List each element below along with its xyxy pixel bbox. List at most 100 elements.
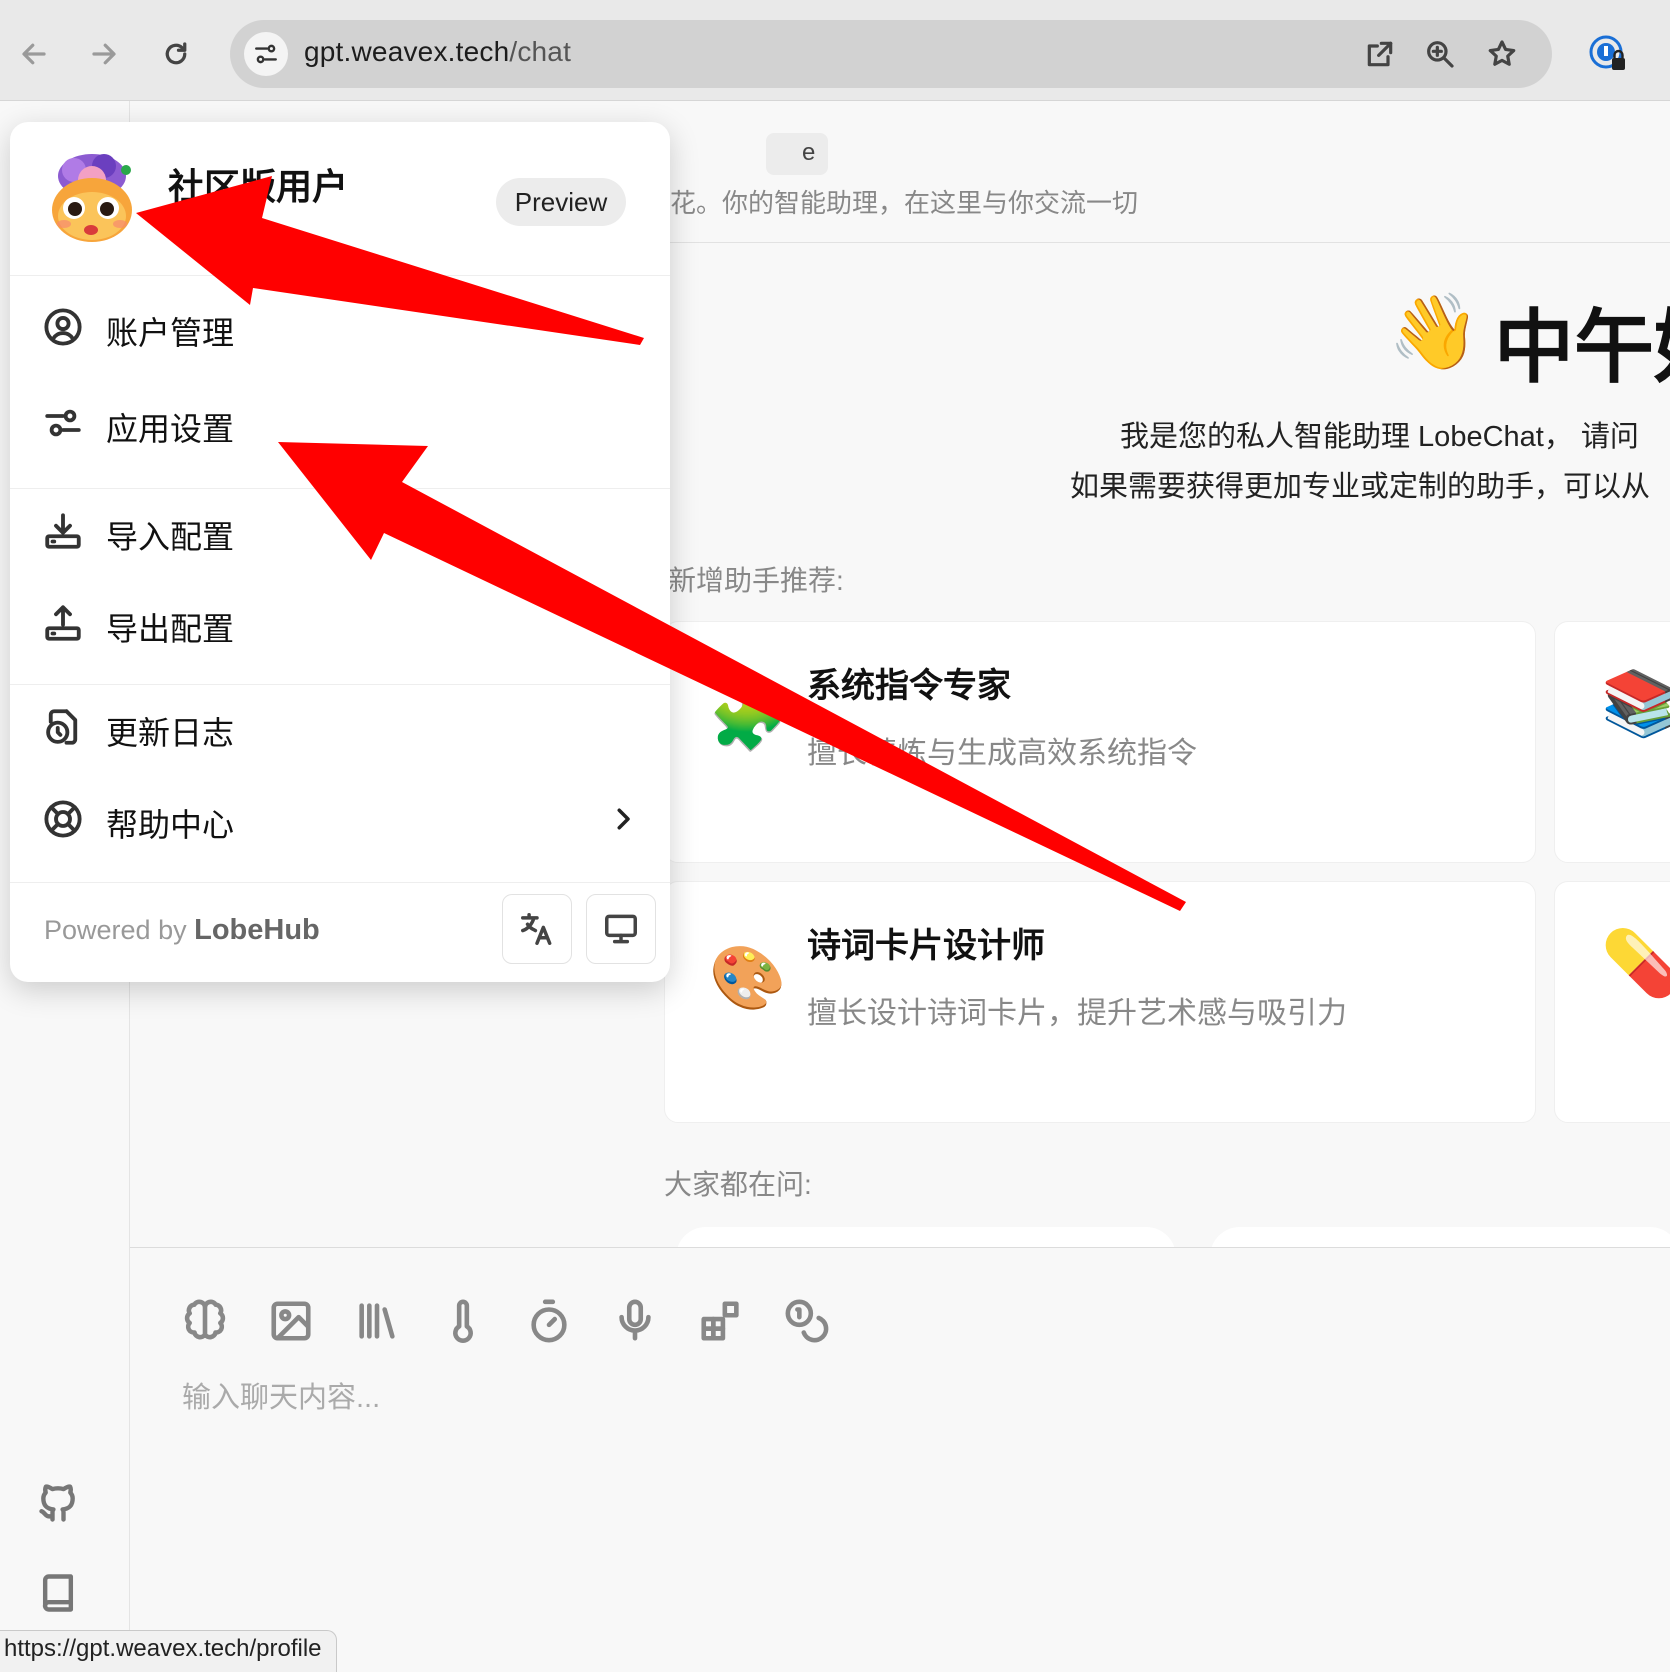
upload-image-button[interactable] [268,1298,314,1344]
menu-divider [10,882,670,883]
password-lock-icon [1589,35,1625,70]
knowledge-button[interactable] [354,1298,400,1344]
zoom-button[interactable] [1420,34,1460,74]
url-host: gpt.weavex.tech [304,36,510,67]
lifebuoy-icon [42,798,84,840]
theme-button[interactable] [586,894,656,964]
plugin-icon [701,1301,739,1341]
assistant-card[interactable]: 🧩 系统指令专家 擅长精炼与生成高效系统指令 [664,621,1536,863]
assistant-card[interactable]: 🎨 诗词卡片设计师 擅长设计诗词卡片，提升艺术感与吸引力 [664,881,1536,1123]
menu-item-account[interactable]: 账户管理 [10,288,670,366]
thermometer-icon [453,1299,473,1343]
open-external-icon [1367,41,1393,67]
chevron-right-icon [608,804,638,834]
powered-by[interactable]: Powered by LobeHub [44,914,320,947]
docs-link[interactable] [36,1571,80,1615]
reload-icon [165,42,187,65]
chat-input[interactable] [182,1368,1482,1428]
intro-line-2: 如果需要获得更加专业或定制的助手，可以从 [1070,471,1651,503]
menu-item-label: 更新日志 [106,715,235,751]
open-in-app-button[interactable] [1360,34,1400,74]
model-button[interactable] [182,1298,228,1344]
url-path: /chat [509,36,572,67]
powered-by-brand: LobeHub [194,914,320,946]
github-link[interactable] [36,1481,80,1525]
greeting-title: 中午好 [1494,303,1670,392]
browser-toolbar: gpt.weavex.tech/chat [0,0,1670,101]
address-bar[interactable]: gpt.weavex.tech/chat [230,20,1552,88]
intro-line-1: 我是您的私人智能助理 LobeChat， 请问 [1120,421,1639,453]
assistant-card-desc: 擅长精炼与生成高效系统指令 [807,737,1197,770]
forward-button[interactable] [76,26,132,82]
puzzle-emoji: 🧩 [709,684,787,753]
image-icon [271,1301,311,1341]
menu-divider [10,275,670,276]
recommend-label: 新增助手推荐: [668,565,844,596]
library-icon [359,1303,395,1339]
chat-input-area [130,1247,1670,1672]
menu-item-help[interactable]: 帮助中心 [10,780,670,858]
token-usage-button[interactable] [784,1298,830,1344]
assistant-card[interactable]: 📚 [1554,621,1670,863]
preview-badge: Preview [496,178,626,226]
menu-item-label: 账户管理 [106,315,235,351]
menu-item-export[interactable]: 导出配置 [10,584,670,662]
url-text[interactable]: gpt.weavex.tech/chat [304,36,571,68]
user-avatar[interactable] [44,150,140,246]
book-icon [42,1574,74,1612]
arrow-left-icon [22,43,46,65]
menu-item-label: 帮助中心 [106,807,235,843]
user-menu: 社区版用户 LobeChat Preview 账户管理 应用设置 导入配置 导出… [10,122,670,982]
books-emoji: 📚 [1601,667,1670,739]
back-button[interactable] [6,26,62,82]
temperature-button[interactable] [440,1298,486,1344]
chat-description: 花。你的智能助理，在这里与你交流一切 [670,188,1139,218]
site-info-button[interactable] [244,32,288,76]
changelog-icon [42,706,84,748]
palette-emoji: 🎨 [709,944,787,1013]
plugin-button[interactable] [698,1298,744,1344]
menu-divider [10,684,670,685]
menu-divider [10,488,670,489]
menu-item-settings[interactable]: 应用设置 [10,384,670,462]
assistant-card-desc: 擅长设计诗词卡片，提升艺术感与吸引力 [807,997,1347,1030]
translate-icon [521,913,552,945]
menu-item-changelog[interactable]: 更新日志 [10,688,670,766]
monitor-icon [605,914,637,944]
star-icon [1488,40,1516,66]
menu-item-import[interactable]: 导入配置 [10,492,670,570]
language-button[interactable] [502,894,572,964]
assistant-card[interactable]: 💊 [1554,881,1670,1123]
avatar-face-icon [52,154,132,242]
brain-icon [184,1299,226,1340]
token-icon [785,1299,829,1343]
export-icon [42,602,84,644]
reload-button[interactable] [148,26,204,82]
bookmark-button[interactable] [1482,34,1522,74]
tune-icon [255,44,277,64]
import-icon [42,510,84,552]
waving-hand-emoji: 👋 [1388,290,1481,373]
zoom-in-icon [1427,41,1454,68]
microphone-icon [619,1299,651,1341]
chat-title: e [766,133,828,175]
user-circle-icon [42,306,84,348]
github-icon [39,1484,75,1522]
faq-label: 大家都在问: [664,1169,812,1200]
menu-item-label: 导入配置 [106,519,235,555]
history-count-button[interactable] [526,1298,572,1344]
assistant-card-title: 诗词卡片设计师 [807,927,1045,965]
user-name: 社区版用户 [168,166,349,207]
password-manager-extension[interactable] [1588,34,1628,74]
menu-item-label: 应用设置 [106,411,235,447]
assistant-card-title: 系统指令专家 [807,667,1011,705]
voice-input-button[interactable] [612,1298,658,1344]
pill-emoji: 💊 [1601,927,1670,999]
menu-item-label: 导出配置 [106,611,235,647]
arrow-right-icon [92,43,116,65]
powered-by-text: Powered by [44,915,187,945]
link-preview: https://gpt.weavex.tech/profile [0,1630,337,1672]
timer-icon [531,1299,567,1343]
chevron-right-icon [608,608,638,638]
user-subtitle: LobeChat [168,212,264,237]
